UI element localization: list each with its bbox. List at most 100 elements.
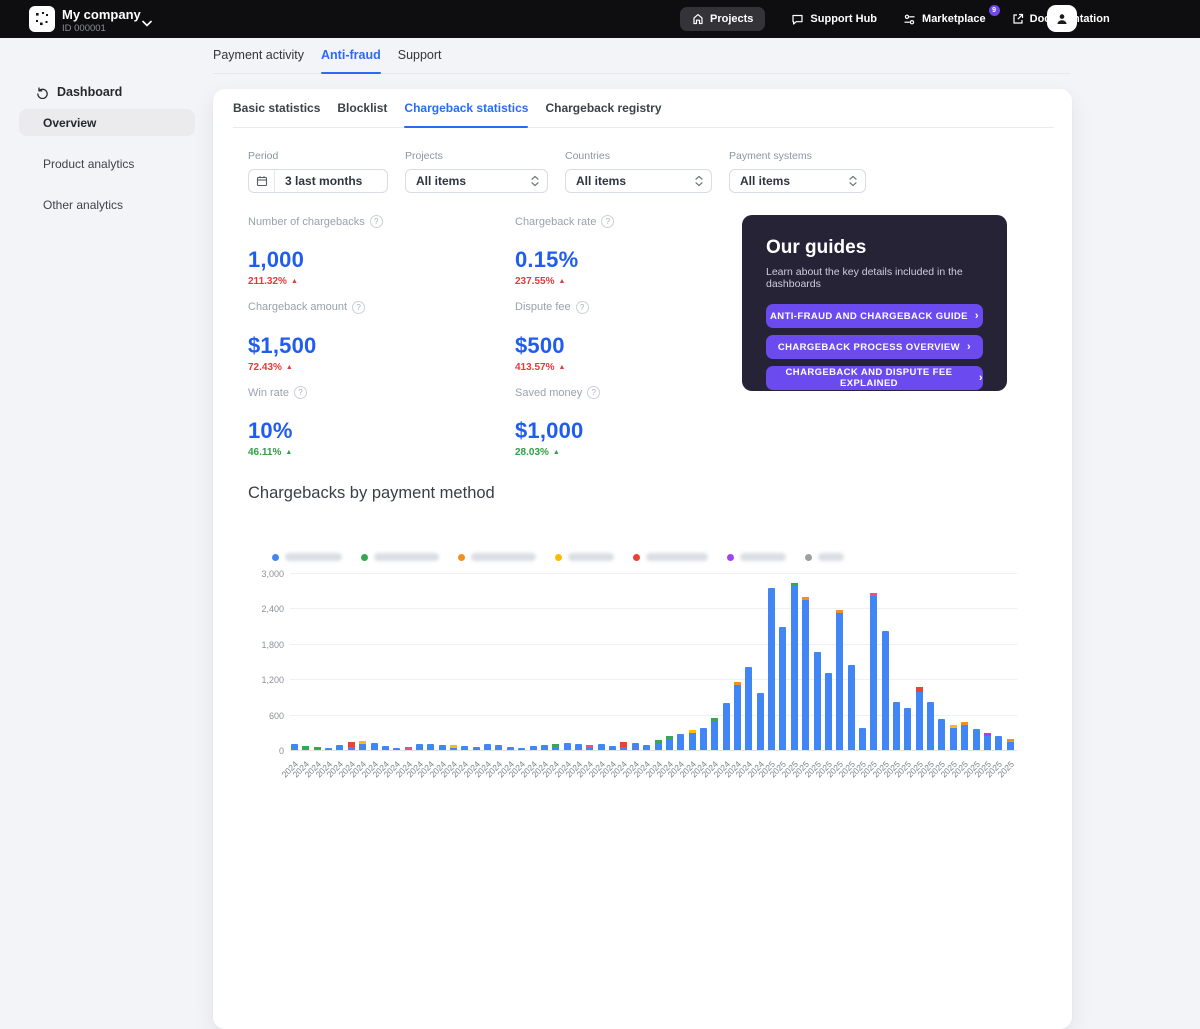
bar-segment[interactable] — [530, 746, 537, 750]
bar-segment[interactable] — [484, 744, 491, 750]
bar-segment[interactable] — [836, 610, 843, 750]
bar-segment[interactable] — [302, 746, 309, 750]
bar-segment[interactable] — [314, 747, 321, 750]
bar-segment[interactable] — [791, 583, 798, 750]
bar-segment[interactable] — [427, 744, 434, 750]
bar-segment[interactable] — [711, 718, 718, 750]
tab-payment-activity[interactable]: Payment activity — [213, 48, 304, 62]
guide-button-3[interactable]: CHARGEBACK AND DISPUTE FEE EXPLAINED› — [766, 366, 983, 390]
sidebar-header[interactable]: Dashboard — [36, 85, 122, 99]
bar-segment[interactable] — [1007, 739, 1014, 750]
legend-item-6[interactable] — [727, 553, 786, 561]
bar-segment[interactable] — [848, 665, 855, 750]
bar-segment[interactable] — [541, 745, 548, 750]
help-icon[interactable]: ? — [587, 386, 600, 399]
period-date-field[interactable]: 3 last months — [248, 169, 388, 193]
sidebar-item-overview[interactable]: Overview — [19, 109, 195, 136]
subtab-chargeback-registry[interactable]: Chargeback registry — [545, 101, 661, 115]
bar-segment[interactable] — [916, 687, 923, 750]
bar-segment[interactable] — [586, 745, 593, 750]
bar-segment[interactable] — [745, 667, 752, 750]
guide-button-2[interactable]: CHARGEBACK PROCESS OVERVIEW› — [766, 335, 983, 359]
sidebar-item-other-analytics[interactable]: Other analytics — [19, 191, 195, 218]
bar-segment[interactable] — [655, 740, 662, 750]
filter-select[interactable]: All items — [565, 169, 712, 193]
bar-segment[interactable] — [893, 702, 900, 750]
bar-segment[interactable] — [564, 743, 571, 750]
filter-select[interactable]: All items — [405, 169, 548, 193]
tab-anti-fraud[interactable]: Anti-fraud — [321, 48, 381, 62]
bar-segment[interactable] — [689, 730, 696, 750]
bar-segment[interactable] — [291, 744, 298, 750]
sidebar-item-product-analytics[interactable]: Product analytics — [19, 150, 195, 177]
bar-segment[interactable] — [575, 744, 582, 750]
bar-segment[interactable] — [677, 734, 684, 750]
bar-segment[interactable] — [371, 743, 378, 750]
bar-segment[interactable] — [348, 742, 355, 750]
help-icon[interactable]: ? — [370, 215, 383, 228]
bar-segment[interactable] — [495, 745, 502, 750]
bar-segment[interactable] — [666, 736, 673, 750]
bar-segment[interactable] — [779, 627, 786, 750]
bar-segment[interactable] — [439, 745, 446, 750]
help-icon[interactable]: ? — [576, 301, 589, 314]
user-avatar-button[interactable] — [1047, 5, 1077, 32]
bar-segment[interactable] — [859, 728, 866, 750]
bar-segment[interactable] — [950, 725, 957, 750]
company-chevron-down-icon[interactable] — [142, 14, 152, 32]
bar-segment[interactable] — [336, 745, 343, 750]
bar-segment[interactable] — [473, 747, 480, 750]
legend-item-3[interactable] — [458, 553, 536, 561]
bar-segment[interactable] — [620, 742, 627, 750]
header-nav-marketplace[interactable]: Marketplace9 — [903, 13, 986, 26]
legend-item-2[interactable] — [361, 553, 439, 561]
legend-item-5[interactable] — [633, 553, 708, 561]
bar-segment[interactable] — [450, 745, 457, 750]
legend-item-4[interactable] — [555, 553, 614, 561]
bar-segment[interactable] — [882, 631, 889, 750]
company-logo[interactable] — [29, 6, 55, 32]
help-icon[interactable]: ? — [352, 301, 365, 314]
subtab-chargeback-statistics[interactable]: Chargeback statistics — [404, 101, 528, 115]
bar-segment[interactable] — [325, 748, 332, 750]
bar-segment[interactable] — [632, 743, 639, 750]
bar-segment[interactable] — [734, 682, 741, 750]
subtab-basic-statistics[interactable]: Basic statistics — [233, 101, 320, 115]
bar-segment[interactable] — [961, 722, 968, 750]
bar-segment[interactable] — [904, 708, 911, 750]
bar-segment[interactable] — [984, 733, 991, 750]
bar-segment[interactable] — [757, 693, 764, 750]
bar-segment[interactable] — [393, 748, 400, 750]
header-nav-support-hub[interactable]: Support Hub — [791, 13, 877, 26]
bar-segment[interactable] — [814, 652, 821, 750]
legend-item-7[interactable] — [805, 553, 844, 561]
bar-segment[interactable] — [768, 588, 775, 750]
bar-segment[interactable] — [870, 593, 877, 750]
guide-button-1[interactable]: ANTI-FRAUD AND CHARGEBACK GUIDE› — [766, 304, 983, 328]
tab-support[interactable]: Support — [398, 48, 442, 62]
bar-segment[interactable] — [802, 597, 809, 750]
bar-segment[interactable] — [382, 746, 389, 750]
bar-segment[interactable] — [938, 719, 945, 750]
header-nav-projects[interactable]: Projects — [680, 7, 765, 31]
bar-segment[interactable] — [973, 729, 980, 750]
bar-segment[interactable] — [723, 703, 730, 750]
bar-segment[interactable] — [700, 728, 707, 750]
bar-segment[interactable] — [825, 673, 832, 750]
help-icon[interactable]: ? — [601, 215, 614, 228]
help-icon[interactable]: ? — [294, 386, 307, 399]
bar-segment[interactable] — [609, 746, 616, 750]
bar-segment[interactable] — [552, 744, 559, 750]
bar-segment[interactable] — [995, 736, 1002, 750]
bar-segment[interactable] — [416, 744, 423, 750]
bar-segment[interactable] — [598, 744, 605, 750]
bar-segment[interactable] — [359, 741, 366, 750]
filter-select[interactable]: All items — [729, 169, 866, 193]
bar-segment[interactable] — [507, 747, 514, 750]
bar-segment[interactable] — [643, 745, 650, 750]
bar-segment[interactable] — [927, 702, 934, 750]
bar-segment[interactable] — [405, 747, 412, 750]
subtab-blocklist[interactable]: Blocklist — [337, 101, 387, 115]
bar-segment[interactable] — [518, 748, 525, 750]
bar-segment[interactable] — [461, 746, 468, 750]
